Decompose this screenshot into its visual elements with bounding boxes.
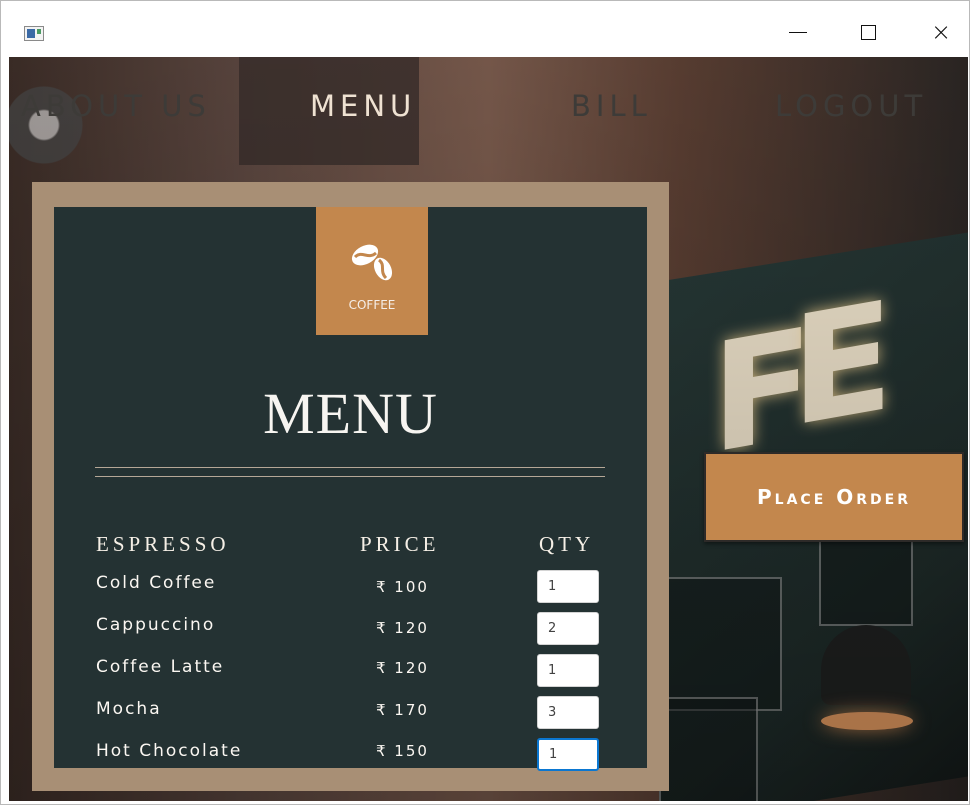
divider-line bbox=[95, 476, 605, 477]
menu-item-name: Cappuccino bbox=[96, 615, 216, 635]
quantity-input[interactable] bbox=[537, 696, 599, 729]
title-bar: × bbox=[1, 1, 969, 57]
quantity-input[interactable] bbox=[537, 612, 599, 645]
menu-item-name: Mocha bbox=[96, 699, 162, 719]
menu-item-price: ₹ 100 bbox=[376, 578, 429, 596]
menu-item-name: Hot Chocolate bbox=[96, 741, 243, 761]
menu-title: MENU bbox=[263, 381, 438, 446]
divider-line bbox=[95, 467, 605, 468]
menu-item-price: ₹ 150 bbox=[376, 742, 429, 760]
coffee-badge: COFFEE bbox=[316, 207, 428, 335]
quantity-input[interactable] bbox=[537, 738, 599, 771]
minimize-button[interactable] bbox=[777, 11, 819, 53]
maximize-button[interactable] bbox=[847, 11, 889, 53]
nav-bill[interactable]: BILL bbox=[571, 89, 652, 123]
application-window: × F E ABOUT US MENU BILL LOGOUT bbox=[0, 0, 970, 805]
app-window-icon bbox=[24, 26, 44, 41]
nav-menu[interactable]: MENU bbox=[310, 89, 416, 123]
menu-item-name: Cold Coffee bbox=[96, 573, 217, 593]
coffee-badge-label: COFFEE bbox=[348, 298, 396, 312]
column-header-price: PRICE bbox=[360, 532, 440, 556]
nav-about-us[interactable]: ABOUT US bbox=[21, 89, 211, 123]
maximize-icon bbox=[860, 24, 876, 40]
close-button[interactable]: × bbox=[920, 11, 962, 53]
quantity-input[interactable] bbox=[537, 570, 599, 603]
nav-logout[interactable]: LOGOUT bbox=[775, 89, 927, 123]
coffee-beans-icon bbox=[351, 244, 393, 281]
quantity-input[interactable] bbox=[537, 654, 599, 687]
menu-item-price: ₹ 170 bbox=[376, 701, 429, 719]
place-order-button[interactable]: Place Order bbox=[704, 452, 964, 542]
menu-item-price: ₹ 120 bbox=[376, 619, 429, 637]
menu-board: COFFEE MENU ESPRESSO PRICE QTY Cold Coff… bbox=[54, 207, 647, 771]
coffee-shop-background: F E ABOUT US MENU BILL LOGOUT COFFEE bbox=[9, 57, 968, 801]
menu-item-name: Coffee Latte bbox=[96, 657, 225, 677]
minimize-icon bbox=[789, 31, 807, 33]
column-header-qty: QTY bbox=[539, 532, 595, 556]
column-header-espresso: ESPRESSO bbox=[96, 532, 230, 556]
menu-item-price: ₹ 120 bbox=[376, 659, 429, 677]
menu-frame: COFFEE MENU ESPRESSO PRICE QTY Cold Coff… bbox=[32, 182, 669, 791]
